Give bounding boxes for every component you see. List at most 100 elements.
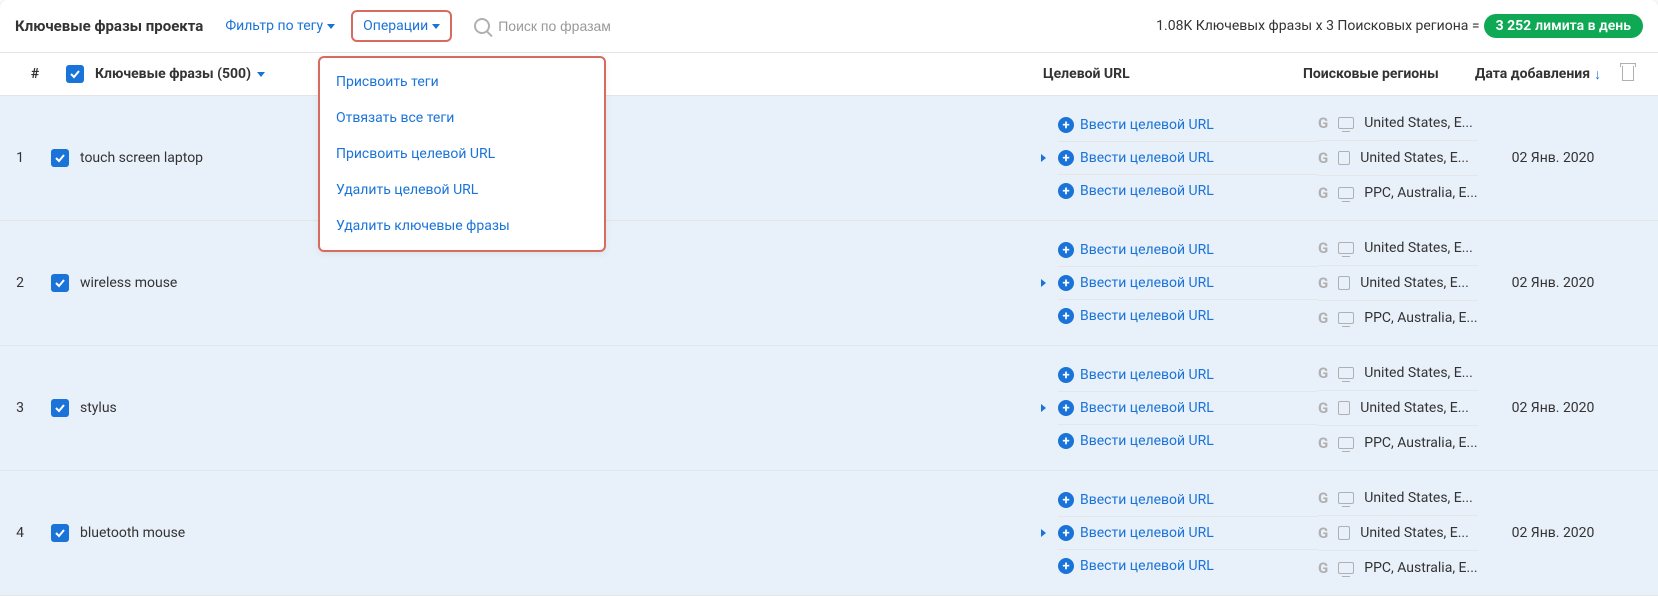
enter-target-url[interactable]: +Ввести целевой URL	[1058, 433, 1214, 449]
plus-icon: +	[1058, 150, 1074, 166]
region-text: United States, E...	[1364, 490, 1473, 506]
url-entry: +Ввести целевой URL	[1058, 266, 1318, 299]
enter-target-url[interactable]: +Ввести целевой URL	[1058, 367, 1214, 383]
col-date-added[interactable]: Дата добавления ↓	[1463, 66, 1613, 83]
enter-target-url[interactable]: +Ввести целевой URL	[1058, 400, 1214, 416]
enter-target-url[interactable]: +Ввести целевой URL	[1058, 492, 1214, 508]
keyword-text: touch screen laptop	[80, 150, 203, 166]
plus-icon: +	[1058, 433, 1074, 449]
region-entry: G PPC, Australia, E...	[1318, 425, 1478, 460]
url-entry: +Ввести целевой URL	[1058, 484, 1318, 516]
google-icon: G	[1318, 149, 1328, 167]
row-checkbox[interactable]	[51, 149, 69, 167]
delete-cell	[1628, 346, 1658, 470]
desktop-icon	[1338, 242, 1354, 254]
url-entry: +Ввести целевой URL	[1058, 549, 1318, 582]
enter-target-url[interactable]: +Ввести целевой URL	[1058, 183, 1214, 199]
google-icon: G	[1318, 114, 1328, 132]
region-text: United States, E...	[1364, 240, 1473, 256]
mobile-icon	[1338, 276, 1350, 290]
expand-icon	[1041, 279, 1046, 287]
keyword-text: bluetooth mouse	[80, 525, 185, 541]
limit-badge: 3 252 лимита в день	[1484, 14, 1643, 38]
row-number: 4	[0, 471, 40, 595]
google-icon: G	[1318, 274, 1328, 292]
enter-target-url[interactable]: +Ввести целевой URL	[1058, 275, 1214, 291]
keyword-cell[interactable]: stylus	[80, 346, 1058, 470]
limit-text: 1.08K Ключевых фразы x 3 Поисковых регио…	[1156, 14, 1643, 38]
row-checkbox[interactable]	[51, 524, 69, 542]
google-icon: G	[1318, 559, 1328, 577]
url-entry: +Ввести целевой URL	[1058, 109, 1318, 141]
op-assign-tags[interactable]: Присвоить теги	[320, 64, 604, 100]
enter-target-url[interactable]: +Ввести целевой URL	[1058, 558, 1214, 574]
plus-icon: +	[1058, 308, 1074, 324]
filter-by-tag-trigger[interactable]: Фильтр по тегу	[219, 14, 341, 38]
region-entry: G United States, E...	[1318, 265, 1478, 300]
region-entry: G United States, E...	[1318, 356, 1478, 390]
region-cell: G United States, E... G United States, E…	[1318, 96, 1478, 220]
enter-target-url[interactable]: +Ввести целевой URL	[1058, 150, 1214, 166]
plus-icon: +	[1058, 492, 1074, 508]
url-cell: +Ввести целевой URL +Ввести целевой URL …	[1058, 96, 1318, 220]
table-row: 3 stylus +Ввести целевой URL +Ввести цел…	[0, 346, 1658, 471]
desktop-icon	[1338, 437, 1354, 449]
col-delete	[1613, 63, 1643, 85]
region-entry: G United States, E...	[1318, 390, 1478, 425]
expand-icon	[1041, 154, 1046, 162]
row-number: 2	[0, 221, 40, 345]
select-all-checkbox[interactable]	[66, 65, 84, 83]
plus-icon: +	[1058, 400, 1074, 416]
trash-icon[interactable]	[1620, 63, 1636, 81]
mobile-icon	[1338, 401, 1350, 415]
url-entry: +Ввести целевой URL	[1058, 299, 1318, 332]
url-cell: +Ввести целевой URL +Ввести целевой URL …	[1058, 221, 1318, 345]
google-icon: G	[1318, 364, 1328, 382]
region-entry: G PPC, Australia, E...	[1318, 175, 1478, 210]
expand-icon	[1041, 529, 1046, 537]
plus-icon: +	[1058, 558, 1074, 574]
region-cell: G United States, E... G United States, E…	[1318, 471, 1478, 595]
col-number: #	[15, 66, 55, 82]
plus-icon: +	[1058, 117, 1074, 133]
region-cell: G United States, E... G United States, E…	[1318, 346, 1478, 470]
row-number: 1	[0, 96, 40, 220]
col-target-url: Целевой URL	[1043, 66, 1303, 82]
operations-trigger[interactable]: Операции	[351, 10, 452, 42]
region-text: United States, E...	[1360, 400, 1469, 416]
date-cell: 02 Янв. 2020	[1478, 471, 1628, 595]
region-entry: G United States, E...	[1318, 231, 1478, 265]
op-assign-target-url[interactable]: Присвоить целевой URL	[320, 136, 604, 172]
region-entry: G PPC, Australia, E...	[1318, 300, 1478, 335]
chevron-down-icon	[257, 72, 265, 77]
delete-cell	[1628, 471, 1658, 595]
enter-target-url[interactable]: +Ввести целевой URL	[1058, 117, 1214, 133]
sort-desc-icon: ↓	[1594, 66, 1601, 83]
op-delete-target-url[interactable]: Удалить целевой URL	[320, 172, 604, 208]
url-entry: +Ввести целевой URL	[1058, 359, 1318, 391]
chevron-down-icon	[327, 24, 335, 29]
row-checkbox[interactable]	[51, 399, 69, 417]
date-cell: 02 Янв. 2020	[1478, 96, 1628, 220]
region-text: United States, E...	[1360, 150, 1469, 166]
url-cell: +Ввести целевой URL +Ввести целевой URL …	[1058, 346, 1318, 470]
enter-target-url[interactable]: +Ввести целевой URL	[1058, 308, 1214, 324]
region-text: United States, E...	[1364, 115, 1473, 131]
row-checkbox[interactable]	[51, 274, 69, 292]
op-delete-keywords[interactable]: Удалить ключевые фразы	[320, 208, 604, 244]
region-entry: G United States, E...	[1318, 106, 1478, 140]
region-text: PPC, Australia, E...	[1364, 435, 1477, 451]
url-entry: +Ввести целевой URL	[1058, 516, 1318, 549]
url-entry: +Ввести целевой URL	[1058, 424, 1318, 457]
enter-target-url[interactable]: +Ввести целевой URL	[1058, 242, 1214, 258]
table-header: # Ключевые фразы (500) Целевой URL Поиск…	[0, 53, 1658, 96]
delete-cell	[1628, 221, 1658, 345]
delete-cell	[1628, 96, 1658, 220]
url-cell: +Ввести целевой URL +Ввести целевой URL …	[1058, 471, 1318, 595]
enter-target-url[interactable]: +Ввести целевой URL	[1058, 525, 1214, 541]
keyword-cell[interactable]: bluetooth mouse	[80, 471, 1058, 595]
search-input[interactable]	[498, 18, 698, 34]
op-unlink-tags[interactable]: Отвязать все теги	[320, 100, 604, 136]
row-number: 3	[0, 346, 40, 470]
search-icon	[474, 18, 490, 34]
